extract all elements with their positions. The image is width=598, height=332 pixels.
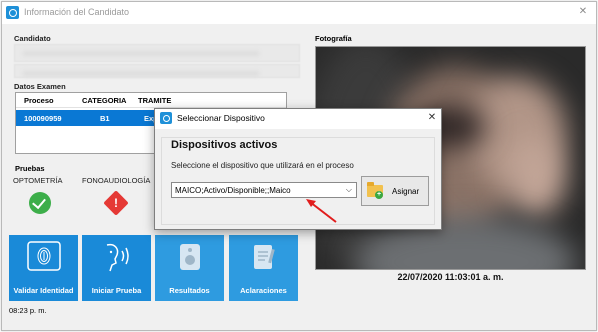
window-title: Información del Candidato [24,7,130,17]
clarifications-button[interactable]: Aclaraciones [229,235,298,301]
hearing-test-icon [106,243,129,272]
clarifications-label: Aclaraciones [240,286,287,295]
validate-identity-button[interactable]: Validar Identidad [9,235,78,301]
select-device-dialog: Seleccionar Dispositivo ✕ Dispositivos a… [154,108,442,230]
test-fonoaudiologia-label: FONOAUDIOLOGÍA [82,176,151,185]
column-proceso: Proceso [24,96,54,105]
results-button[interactable]: Resultados [155,235,224,301]
start-test-button[interactable]: Iniciar Prueba [82,235,151,301]
devices-description: Seleccione el dispositivo que utilizará … [171,161,354,170]
test-optometria-label: OPTOMETRÍA [13,176,63,185]
exam-data-label: Datos Examen [14,82,66,91]
dialog-close-button[interactable]: ✕ [425,111,439,125]
annotation-arrow-icon [306,199,337,223]
clock-time: 08:23 p. m. [9,306,47,315]
dialog-title: Seleccionar Dispositivo [177,113,265,123]
start-test-label: Iniciar Prueba [91,286,142,295]
chevron-down-icon: ⌵ [345,185,352,194]
window-close-button[interactable]: ✕ [574,4,592,20]
assign-label: Asignar [392,187,420,196]
validate-identity-label: Validar Identidad [13,286,74,295]
column-tramite: TRAMITE [138,96,172,105]
photo-label: Fotografía [315,34,352,43]
candidate-label: Candidato [14,34,51,43]
cell-proceso: 100090959 [24,114,62,123]
column-categoria: CATEGORIA [82,96,127,105]
devices-heading: Dispositivos activos [171,139,278,151]
fingerprint-icon [26,241,61,271]
app-icon [6,6,19,19]
cell-categoria: B1 [100,114,110,123]
candidate-name-field [14,44,300,62]
results-label: Resultados [169,286,210,295]
title-bar: Información del Candidato ✕ [2,2,596,24]
assign-button[interactable]: + Asignar [361,176,429,206]
dialog-title-bar: Seleccionar Dispositivo ✕ [155,109,441,129]
exam-table-header: Proceso CATEGORIA TRAMITE [16,93,286,108]
speaker-icon [179,244,200,270]
candidate-id-field [14,64,300,78]
photo-timestamp: 22/07/2020 11:03:01 a. m. [397,272,504,282]
device-select-value: MAICO;Activo/Disponible;;Maico [175,186,291,195]
notes-icon [253,245,275,269]
check-circle-icon [29,192,51,214]
dialog-app-icon [160,112,172,124]
warning-exclamation: ! [114,196,118,210]
plus-icon: + [375,191,383,199]
tests-label: Pruebas [15,164,45,173]
